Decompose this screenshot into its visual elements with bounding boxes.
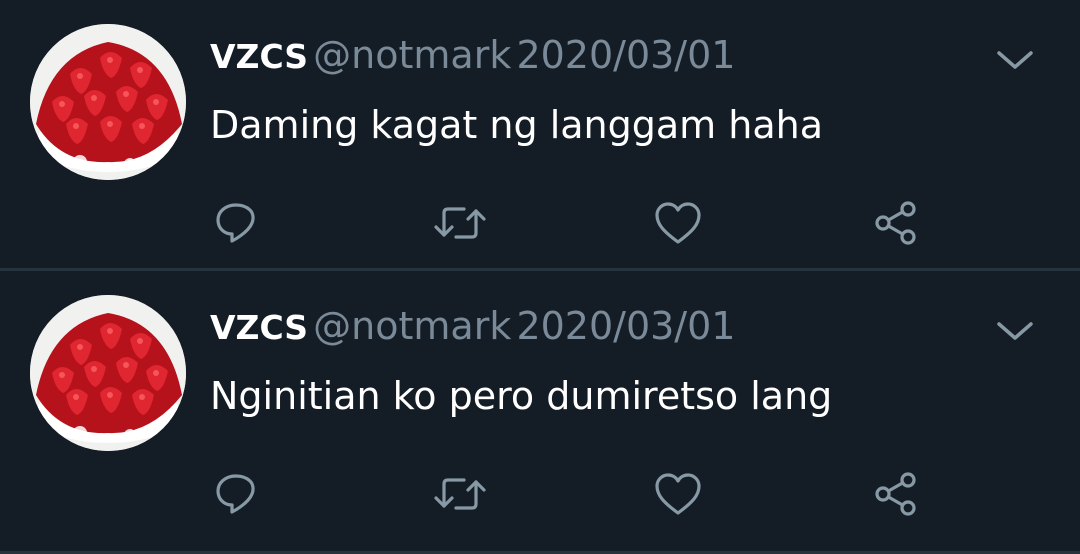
like-button[interactable] (650, 195, 706, 251)
reply-button[interactable] (208, 195, 264, 251)
tweet-header: VZCS @notmark 2020/03/01 (210, 301, 735, 359)
tweet-date[interactable]: 2020/03/01 (516, 304, 735, 348)
tweet[interactable]: VZCS @notmark 2020/03/01 Nginitian ko pe… (0, 271, 1080, 541)
chevron-down-icon (997, 322, 1033, 340)
tweet[interactable]: VZCS @notmark 2020/03/01 Daming kagat ng… (0, 0, 1080, 270)
share-button[interactable] (868, 195, 924, 251)
tweet-menu-button[interactable] (990, 313, 1040, 349)
tweet-date[interactable]: 2020/03/01 (516, 33, 735, 77)
user-handle[interactable]: @notmark (313, 33, 511, 77)
strawberry-cake-avatar (30, 295, 186, 451)
reply-icon (216, 474, 255, 514)
share-button[interactable] (868, 466, 924, 522)
retweet-button[interactable] (432, 466, 488, 522)
reply-button[interactable] (208, 466, 264, 522)
strawberry-cake-avatar (30, 24, 186, 180)
display-name[interactable]: VZCS (210, 308, 308, 347)
timeline: VZCS @notmark 2020/03/01 Daming kagat ng… (0, 0, 1080, 554)
tweet-text: Daming kagat ng langgam haha (210, 103, 823, 147)
retweet-icon (434, 478, 486, 510)
tweet-header: VZCS @notmark 2020/03/01 (210, 30, 735, 88)
tweet-text: Nginitian ko pero dumiretso lang (210, 374, 833, 418)
avatar[interactable] (30, 24, 186, 180)
tweet-menu-button[interactable] (990, 42, 1040, 78)
like-button[interactable] (650, 466, 706, 522)
reply-icon (216, 203, 255, 243)
user-handle[interactable]: @notmark (313, 304, 511, 348)
heart-icon (655, 473, 701, 515)
heart-icon (655, 202, 701, 244)
display-name[interactable]: VZCS (210, 37, 308, 76)
chevron-down-icon (997, 51, 1033, 69)
retweet-button[interactable] (432, 195, 488, 251)
share-icon (875, 201, 916, 245)
retweet-icon (434, 207, 486, 239)
avatar[interactable] (30, 295, 186, 451)
share-icon (875, 472, 916, 516)
